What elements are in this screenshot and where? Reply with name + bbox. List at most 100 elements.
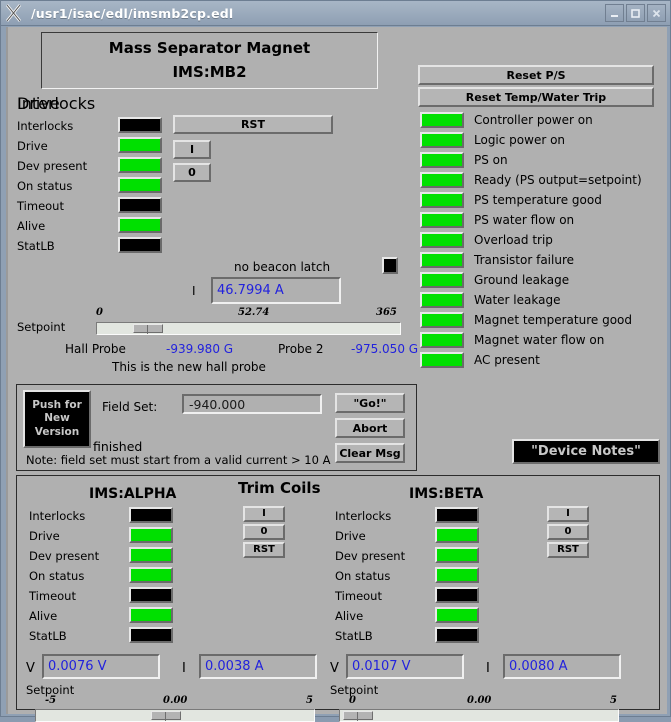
setpoint-slider-thumb[interactable] [133,324,163,333]
alpha-setpoint-slider-thumb[interactable] [151,711,181,720]
beta-setpoint-tick-mid: 0.00 [467,695,491,706]
alpha-status-led-alive [129,607,173,623]
alpha-on-button[interactable]: I [243,506,285,522]
setpoint-label: Setpoint [17,320,65,334]
probe1-label: Hall Probe [65,342,126,356]
main-status-led-drive [118,137,162,153]
trim-coils-title: Trim Coils [238,479,321,497]
clear-msg-button[interactable]: Clear Msg [335,443,405,463]
current-label: I [192,284,196,298]
ps-label-ps-on: PS on [474,153,508,167]
field-set-panel: Push for New Version Field Set: -940.000… [16,384,417,471]
ps-led-water-leakage [420,292,464,308]
current-readout: 46.7994 A [211,277,341,304]
ps-led-ps-temperature-good [420,192,464,208]
beta-setpoint-tick-max: 5 [610,695,617,706]
beta-rst-button[interactable]: RST [547,542,589,558]
beta-current-readout: 0.0080 A [503,654,621,679]
beta-off-button[interactable]: 0 [547,524,589,540]
ps-indicator-row: Transistor failure [420,252,660,272]
maximize-icon[interactable] [626,4,645,22]
ps-led-logic-power-on [420,132,464,148]
alpha-status-label-interlocks: Interlocks [29,509,85,523]
reset-ps-button[interactable]: Reset P/S [418,65,654,85]
beta-status-label-alive: Alive [335,609,363,623]
magnet-title-box: Mass Separator Magnet IMS:MB2 [41,32,378,89]
probe1-value: -939.980 G [166,342,233,356]
minimize-icon[interactable] [605,4,624,22]
setpoint-tick-mid: 52.74 [238,307,269,318]
alpha-status-label-drive: Drive [29,529,60,543]
beta-device-name: IMS:BETA [409,486,483,502]
alpha-status-label-alive: Alive [29,609,57,623]
main-status-label-statlb: StatLB [17,239,55,253]
setpoint-slider[interactable] [96,322,401,335]
ps-indicator-row: Logic power on [420,132,660,152]
main-status-label-on-status: On status [17,179,72,193]
ps-indicator-row: PS water flow on [420,212,660,232]
push-new-version-button[interactable]: Push for New Version [23,390,91,448]
ps-indicator-row: Magnet temperature good [420,312,660,332]
ps-label-ps-temperature-good: PS temperature good [474,193,602,207]
ps-label-ps-water-flow-on: PS water flow on [474,213,574,227]
main-status-led-dev-present [118,157,162,173]
ps-label-water-leakage: Water leakage [474,293,560,307]
ps-label-ground-leakage: Ground leakage [474,273,569,287]
main-status-led-on-status [118,177,162,193]
alpha-status-led-on-status [129,567,173,583]
beta-on-button[interactable]: I [547,506,589,522]
magnet-title-line1: Mass Separator Magnet [42,39,377,57]
main-rst-button[interactable]: RST [173,115,333,134]
ps-led-magnet-temperature-good [420,312,464,328]
alpha-status-led-drive [129,527,173,543]
probe2-label: Probe 2 [278,342,324,356]
beta-status-led-statlb [435,627,479,643]
ps-indicator-row: Overload trip [420,232,660,252]
alpha-status-label-timeout: Timeout [29,589,76,603]
alpha-status-led-statlb [129,627,173,643]
beta-setpoint-slider[interactable] [339,709,619,722]
beacon-latch-label: no beacon latch [234,260,330,274]
ps-indicator-row: Ready (PS output=setpoint) [420,172,660,192]
alpha-setpoint-slider[interactable] [35,709,315,722]
main-off-button[interactable]: 0 [173,163,211,182]
magnet-title-line2: IMS:MB2 [42,63,377,81]
main-status-label-dev-present: Dev present [17,159,87,173]
beta-status-led-drive [435,527,479,543]
beacon-latch-indicator [382,257,398,274]
ps-led-magnet-water-flow-on [420,332,464,348]
field-set-input[interactable]: -940.000 [182,394,322,414]
field-set-status: finished [93,439,142,454]
ps-label-magnet-water-flow-on: Magnet water flow on [474,333,604,347]
ps-indicator-row: Ground leakage [420,272,660,292]
ps-label-ready: Ready (PS output=setpoint) [474,173,642,187]
alpha-off-button[interactable]: 0 [243,524,285,540]
reset-temp-water-trip-button[interactable]: Reset Temp/Water Trip [418,87,654,107]
main-status-led-interlocks [118,117,162,133]
close-icon[interactable] [647,4,666,22]
ps-indicator-row: AC present [420,352,660,372]
alpha-voltage-readout: 0.0076 V [42,654,160,679]
beta-status-led-on-status [435,567,479,583]
device-notes-button[interactable]: "Device Notes" [512,439,660,464]
ps-label-ac-present: AC present [474,353,540,367]
window-titlebar[interactable]: /usr1/isac/edl/imsmb2cp.edl [1,1,670,26]
alpha-setpoint-tick-mid: 0.00 [163,695,187,706]
go-button[interactable]: "Go!" [335,393,405,413]
alpha-rst-button[interactable]: RST [243,542,285,558]
ps-led-ps-water-flow-on [420,212,464,228]
ps-led-ps-on [420,152,464,168]
setpoint-tick-min: 0 [96,307,103,318]
main-status-led-alive [118,217,162,233]
alpha-current-label: I [182,661,186,676]
alpha-setpoint-tick-min: -5 [45,695,56,706]
alpha-current-readout: 0.0038 A [199,654,317,679]
beta-status-led-dev-present [435,547,479,563]
abort-button[interactable]: Abort [335,418,405,438]
alpha-status-led-timeout [129,587,173,603]
ps-indicator-row: Water leakage [420,292,660,312]
main-on-button[interactable]: I [173,140,211,159]
beta-setpoint-slider-thumb[interactable] [343,711,373,720]
main-status-label-interlocks: Interlocks [17,119,73,133]
main-status-led-timeout [118,197,162,213]
